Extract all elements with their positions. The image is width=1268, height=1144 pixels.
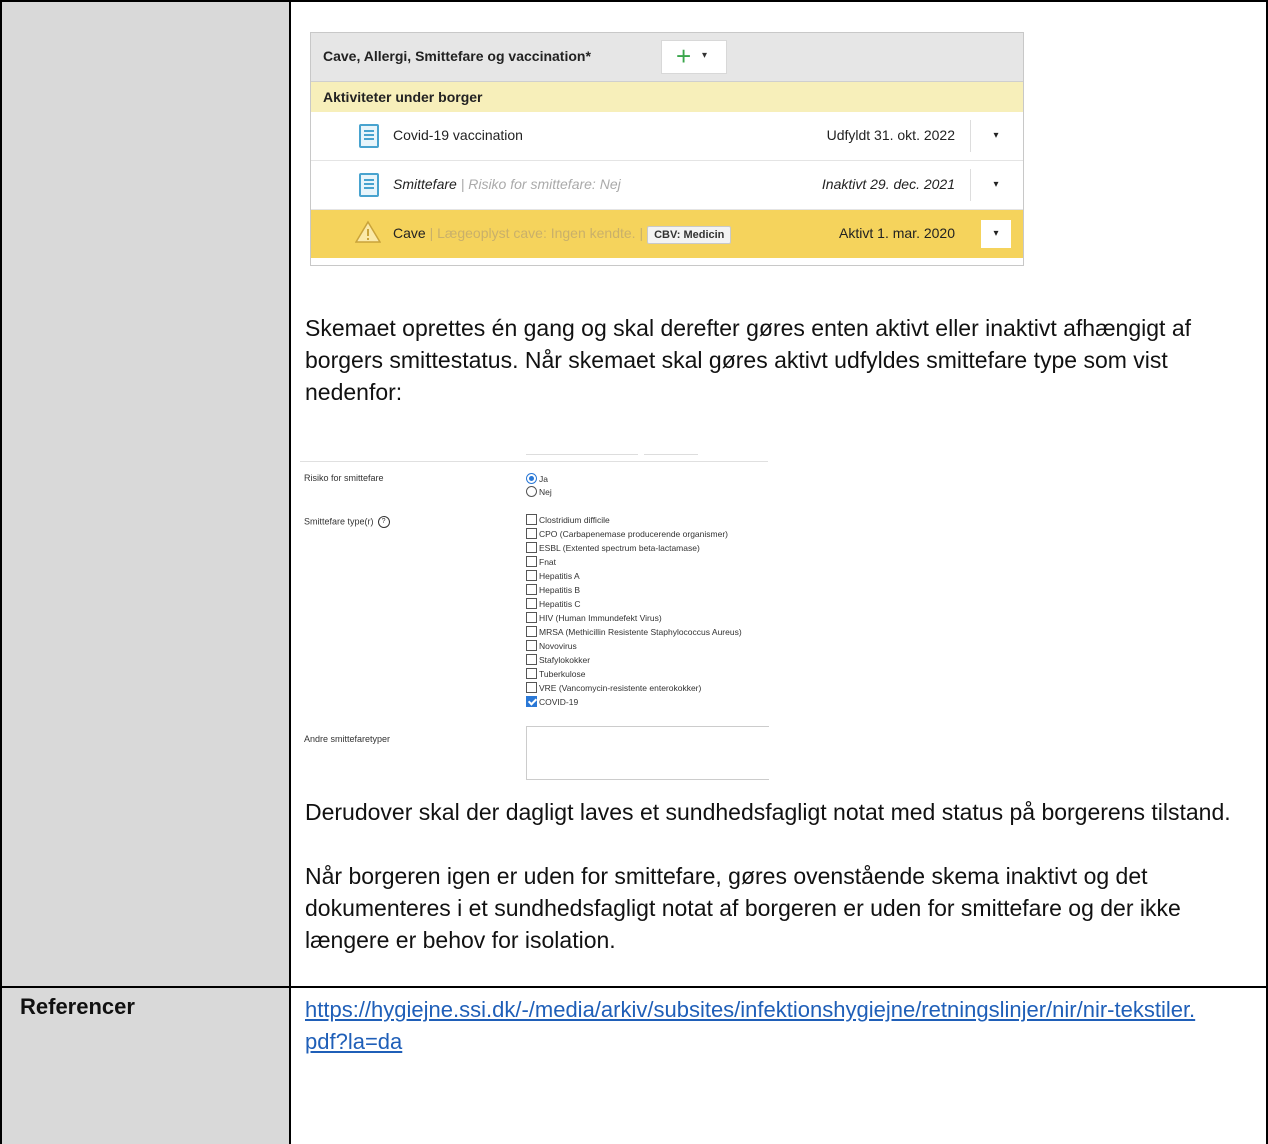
activity-detail: | Lægeoplyst cave: Ingen kendte. | [425, 225, 644, 241]
left-column-cell [0, 0, 290, 986]
column-divider [289, 0, 291, 1144]
row-menu-button[interactable]: ▾ [981, 171, 1011, 199]
checkbox-option[interactable]: Tuberkulose [526, 667, 585, 680]
checkbox-checked[interactable] [526, 696, 537, 707]
activity-date: Udfyldt 31. okt. 2022 [826, 127, 955, 143]
category-tag: CBV: Medicin [647, 226, 732, 244]
checkbox-option[interactable]: ESBL (Extented spectrum beta-lactamase) [526, 541, 700, 554]
checkbox-option[interactable]: VRE (Vancomycin-resistente enterokokker) [526, 681, 701, 694]
plus-icon: + [676, 41, 692, 71]
section-title: Aktiviteter under borger [323, 89, 483, 105]
activity-row-cave[interactable]: Cave | Lægeoplyst cave: Ingen kendte. | C… [311, 210, 1023, 258]
warning-icon [355, 220, 381, 243]
radio-ja[interactable]: Ja [526, 472, 548, 485]
activity-name: Covid-19 vaccination [393, 127, 523, 143]
divider [300, 461, 768, 462]
paragraph-instructions: Skemaet oprettes én gang og skal derefte… [305, 315, 1191, 405]
checkbox-option[interactable]: Hepatitis A [526, 569, 580, 582]
other-types-label: Andre smittefaretyper [304, 734, 391, 744]
document-icon [359, 124, 379, 148]
checkbox-option[interactable]: Clostridium difficile [526, 513, 610, 526]
activity-name: Cave [393, 225, 426, 241]
checkbox-option[interactable]: Fnat [526, 555, 556, 568]
chevron-down-icon: ▾ [993, 130, 999, 141]
row-menu-button[interactable]: ▾ [981, 122, 1011, 150]
panel-header: Cave, Allergi, Smittefare og vaccination… [311, 33, 1023, 82]
paragraph-daily-note: Derudover skal der dagligt laves et sund… [305, 799, 1231, 825]
table-border-top [0, 0, 1268, 2]
paragraph-isolation-end: Når borgeren igen er uden for smittefare… [305, 863, 1181, 953]
document-icon [359, 173, 379, 197]
smittefare-form-screenshot: Risiko for smittefare Ja Nej Smittefare … [300, 446, 769, 782]
chevron-down-icon: ▾ [993, 179, 999, 190]
activity-detail: | Risiko for smittefare: Nej [456, 176, 621, 192]
activity-date: Aktivt 1. mar. 2020 [839, 225, 955, 241]
checkbox-option[interactable]: Novovirus [526, 639, 577, 652]
document-table: Cave, Allergi, Smittefare og vaccination… [0, 0, 1268, 1144]
row-divider [0, 986, 1268, 988]
risk-label: Risiko for smittefare [304, 473, 384, 483]
help-icon[interactable]: ? [377, 516, 390, 528]
row-menu-button[interactable]: ▾ [981, 220, 1011, 248]
reference-link[interactable]: https://hygiejne.ssi.dk/-/media/arkiv/su… [305, 994, 1205, 1058]
section-header: Aktiviteter under borger [311, 82, 1023, 112]
radio-selected[interactable] [526, 473, 537, 484]
checkbox-option[interactable]: Hepatitis C [526, 597, 581, 610]
other-types-textarea[interactable] [526, 726, 769, 780]
activity-date: Inaktivt 29. dec. 2021 [821, 176, 955, 192]
activity-row-covid-vaccination[interactable]: Covid-19 vaccination Udfyldt 31. okt. 20… [311, 112, 1023, 161]
radio-unselected[interactable] [526, 486, 537, 497]
activity-panel-screenshot: Cave, Allergi, Smittefare og vaccination… [310, 32, 1024, 266]
activity-label: Cave | Lægeoplyst cave: Ingen kendte. | C… [393, 225, 732, 244]
chevron-down-icon: ▾ [702, 50, 708, 61]
references-label: Referencer [20, 994, 135, 1019]
add-button[interactable]: + ▾ [661, 40, 727, 74]
activity-label: Smittefare | Risiko for smittefare: Nej [393, 176, 621, 192]
activity-name: Smittefare [393, 176, 457, 192]
table-border-left [0, 0, 2, 1144]
checkbox-option[interactable]: Stafylokokker [526, 653, 590, 666]
panel-title: Cave, Allergi, Smittefare og vaccination… [323, 48, 591, 64]
radio-nej[interactable]: Nej [526, 485, 552, 498]
checkbox-option[interactable]: Hepatitis B [526, 583, 580, 596]
checkbox-option[interactable]: HIV (Human Immundefekt Virus) [526, 611, 662, 624]
checkbox-option[interactable]: CPO (Carbapenemase producerende organism… [526, 527, 728, 540]
checkbox-option[interactable]: MRSA (Methicillin Resistente Staphylococ… [526, 625, 742, 638]
checkbox-option-covid[interactable]: COVID-19 [526, 695, 578, 708]
types-label: Smittefare type(r)? [304, 516, 390, 528]
chevron-down-icon: ▾ [993, 228, 999, 239]
activity-row-smittefare[interactable]: Smittefare | Risiko for smittefare: Nej … [311, 161, 1023, 210]
